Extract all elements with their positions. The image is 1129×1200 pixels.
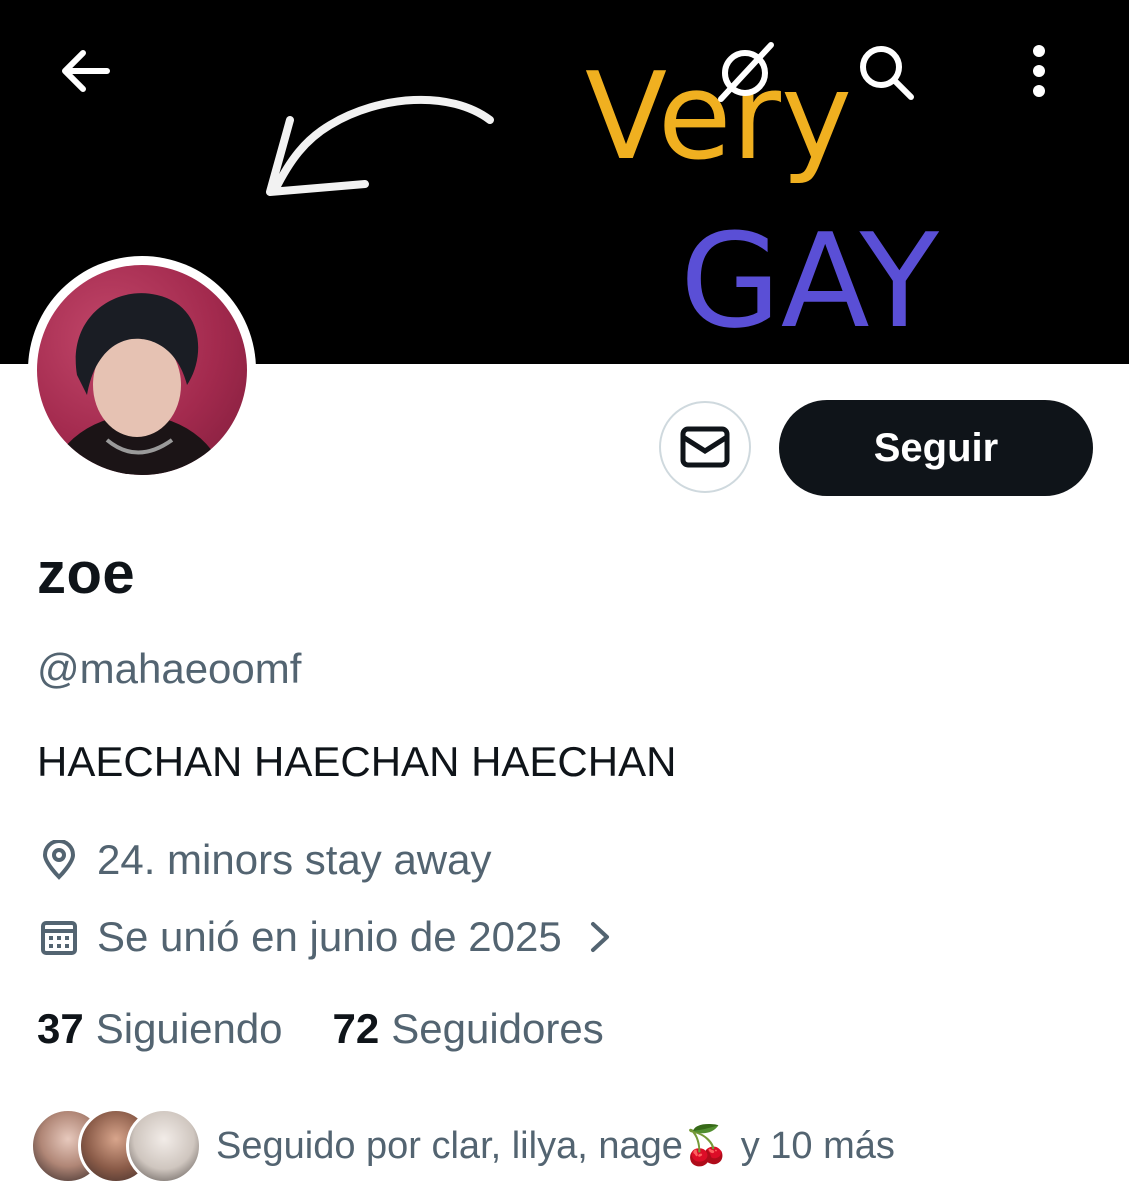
back-button[interactable] xyxy=(49,35,121,107)
arrow-left-icon xyxy=(62,50,110,92)
username-handle: @mahaeoomf xyxy=(37,645,302,692)
envelope-icon xyxy=(680,426,730,468)
followed-by-row[interactable]: Seguido por clar, lilya, nage🍒 y 10 más xyxy=(30,1108,895,1184)
location-pin-icon xyxy=(37,838,81,882)
eye-slash-icon xyxy=(718,42,774,102)
chevron-right-icon xyxy=(588,920,612,954)
avatar-frame[interactable] xyxy=(28,256,256,484)
followers-count: 72 xyxy=(332,1005,380,1052)
location-row: 24. minors stay away xyxy=(37,836,492,884)
followers-label: Seguidores xyxy=(391,1005,604,1052)
more-button[interactable] xyxy=(1003,35,1075,107)
more-vertical-icon xyxy=(1033,45,1045,97)
banner-text-line2: GAY xyxy=(680,205,940,357)
search-icon xyxy=(860,46,914,100)
followers-link[interactable]: 72 Seguidores xyxy=(333,1005,604,1053)
search-button[interactable] xyxy=(849,35,921,107)
joined-row[interactable]: Se unió en junio de 2025 xyxy=(37,913,612,961)
following-count: 37 xyxy=(37,1005,84,1052)
follow-stats: 37 Siguiendo 72 Seguidores xyxy=(37,1005,604,1053)
display-name: zoe xyxy=(37,541,136,606)
avatar[interactable] xyxy=(37,265,247,475)
avatar-photo xyxy=(49,293,225,475)
following-label: Siguiendo xyxy=(95,1005,283,1052)
followed-by-text: Seguido por clar, lilya, nage🍒 y 10 más xyxy=(216,1125,895,1167)
profile-bio: HAECHAN HAECHAN HAECHAN xyxy=(37,738,677,785)
location-text: 24. minors stay away xyxy=(97,836,492,883)
following-link[interactable]: 37 Siguiendo xyxy=(37,1005,283,1053)
calendar-icon xyxy=(37,915,81,959)
hide-banner-button[interactable] xyxy=(709,35,781,107)
message-button[interactable] xyxy=(659,401,751,493)
follower-avatar xyxy=(126,1108,202,1184)
follow-button[interactable]: Seguir xyxy=(779,400,1093,496)
joined-text: Se unió en junio de 2025 xyxy=(97,913,562,960)
followed-by-avatars xyxy=(30,1108,202,1184)
